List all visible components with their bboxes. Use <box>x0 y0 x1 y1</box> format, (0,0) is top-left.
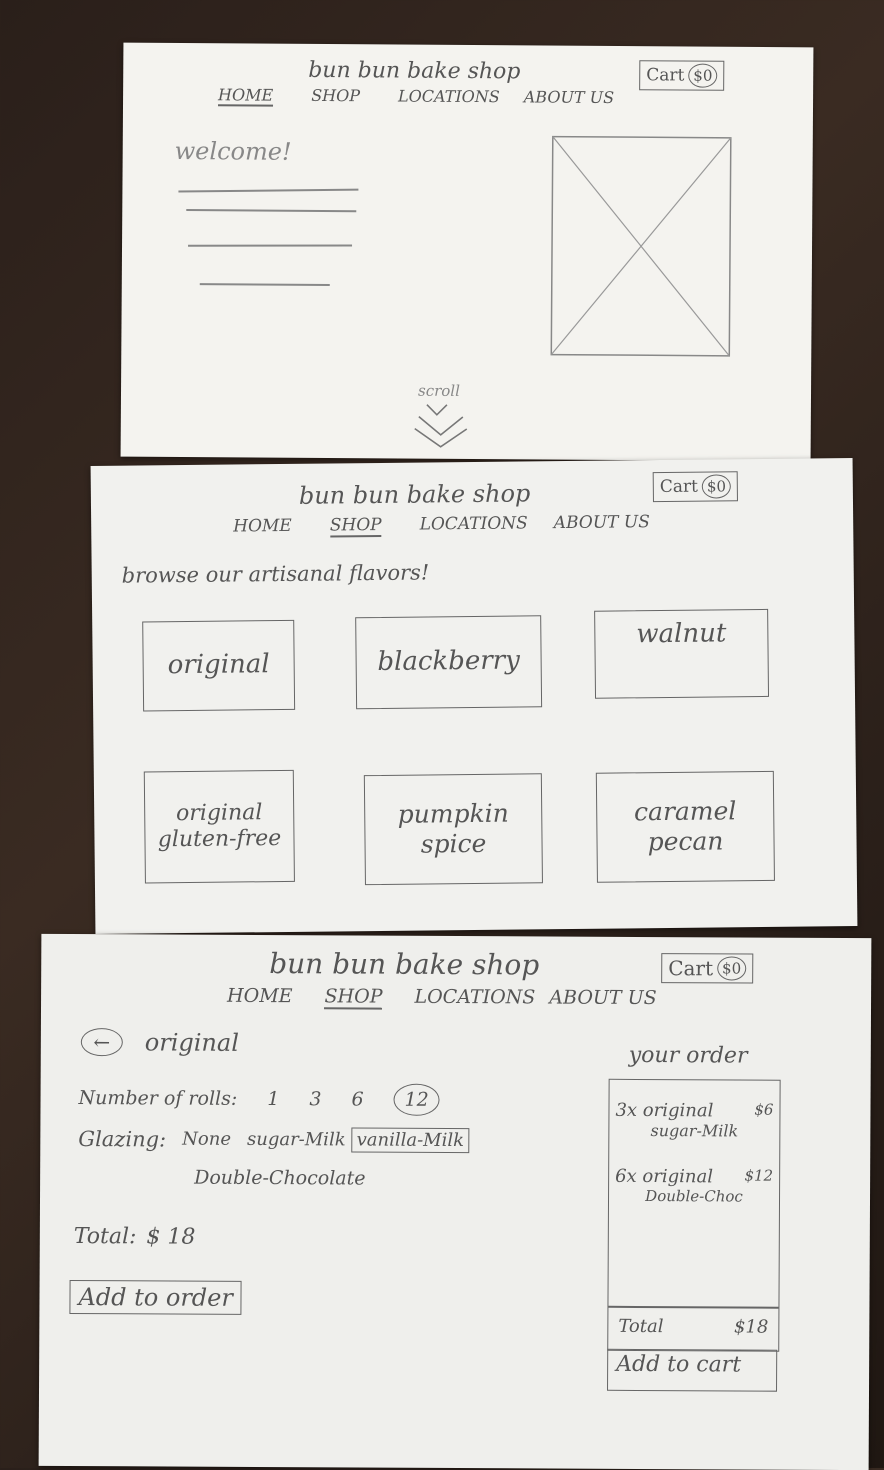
flavor-card-blackberry[interactable]: blackberry <box>355 615 543 710</box>
sketch-home-page: bun bun bake shop Cart $0 HOME SHOP LOCA… <box>120 42 814 462</box>
cart-label: Cart <box>646 65 685 86</box>
cart-label: Cart <box>659 476 699 498</box>
flavor-card-pumpkin-spice[interactable]: pumpkin spice <box>363 773 543 886</box>
image-placeholder <box>550 135 732 357</box>
nav-shop[interactable]: SHOP <box>311 86 360 107</box>
text-placeholder-lines <box>123 43 813 286</box>
nav-shop[interactable]: SHOP <box>324 985 383 1010</box>
rolls-option-6[interactable]: 6 <box>351 1088 363 1110</box>
flavor-card-original-gluten-free[interactable]: original gluten-free <box>143 769 295 884</box>
back-arrow-icon[interactable]: ← <box>80 1028 123 1057</box>
brand-title: bun bun bake shop <box>269 947 540 982</box>
cart-label: Cart <box>668 956 714 981</box>
order-item: 6x original $12 Double-Choc <box>615 1166 773 1206</box>
nav-home[interactable]: HOME <box>227 985 293 1009</box>
cart-amount: $0 <box>688 63 718 88</box>
order-item-price: $6 <box>754 1100 774 1119</box>
cart-amount: $0 <box>701 474 732 499</box>
order-divider <box>608 1305 779 1309</box>
cart-button[interactable]: Cart $0 <box>652 471 739 503</box>
nav-locations[interactable]: LOCATIONS <box>420 513 528 536</box>
cart-button[interactable]: Cart $0 <box>661 953 754 984</box>
order-item-glaze: sugar-Milk <box>650 1121 739 1141</box>
order-item: 3x original $6 sugar-Milk <box>615 1100 773 1141</box>
nav-home[interactable]: HOME <box>218 85 274 107</box>
nav-about[interactable]: ABOUT US <box>549 986 656 1011</box>
nav-about[interactable]: ABOUT US <box>554 512 650 535</box>
order-total-row: Total $18 <box>618 1316 768 1338</box>
order-item-price: $12 <box>744 1166 774 1185</box>
welcome-heading: welcome! <box>174 136 292 166</box>
total-value: $ 18 <box>146 1224 196 1250</box>
total-row: Total: $ 18 <box>74 1224 196 1250</box>
glazing-selector: Glazing: None sugar-Milk vanilla-Milk <box>78 1126 470 1154</box>
your-order-heading: your order <box>628 1042 748 1069</box>
sketch-shop-page: bun bun bake shop Cart $0 HOME SHOP LOCA… <box>90 458 858 934</box>
add-to-cart-button[interactable]: Add to cart <box>607 1348 778 1392</box>
brand-title: bun bun bake shop <box>298 479 531 510</box>
nav-shop[interactable]: SHOP <box>329 514 382 538</box>
rolls-option-12[interactable]: 12 <box>393 1083 440 1116</box>
rolls-selector: Number of rolls: 1 3 6 12 <box>78 1082 440 1116</box>
cart-amount: $0 <box>716 956 747 981</box>
flavor-card-caramel-pecan[interactable]: caramel pecan <box>595 770 775 883</box>
nav-about[interactable]: ABOUT US <box>524 87 615 109</box>
glazing-label: Glazing: <box>78 1126 167 1151</box>
scroll-down-chevron-icon[interactable] <box>413 401 473 449</box>
sketch-product-page: bun bun bake shop Cart $0 HOME SHOP LOCA… <box>38 933 872 1470</box>
order-total-value: $18 <box>733 1316 769 1338</box>
scroll-label: scroll <box>417 381 460 400</box>
flavor-card-original[interactable]: original <box>142 619 296 712</box>
rolls-option-3[interactable]: 3 <box>309 1088 321 1110</box>
rolls-option-1[interactable]: 1 <box>267 1088 279 1110</box>
glazing-option-double-chocolate[interactable]: Double-Chocolate <box>194 1167 366 1190</box>
nav-locations[interactable]: LOCATIONS <box>398 87 500 109</box>
order-item-line: 6x original <box>615 1165 714 1188</box>
glazing-option-sugar-milk[interactable]: sugar-Milk <box>247 1129 346 1151</box>
nav-locations[interactable]: LOCATIONS <box>414 986 535 1011</box>
rolls-label: Number of rolls: <box>78 1087 238 1110</box>
product-title: original <box>144 1028 239 1057</box>
order-summary-panel: 3x original $6 sugar-Milk 6x original $1… <box>607 1078 781 1352</box>
cart-button[interactable]: Cart $0 <box>639 60 725 91</box>
shop-heading: browse our artisanal flavors! <box>121 560 430 588</box>
total-label: Total: <box>73 1224 137 1250</box>
glazing-option-none[interactable]: None <box>182 1129 231 1150</box>
order-item-glaze: Double-Choc <box>645 1186 743 1206</box>
order-total-label: Total <box>618 1315 664 1338</box>
brand-title: bun bun bake shop <box>308 57 521 85</box>
add-to-order-button[interactable]: Add to order <box>69 1279 242 1315</box>
glazing-option-vanilla-milk[interactable]: vanilla-Milk <box>351 1127 470 1154</box>
flavor-card-walnut[interactable]: walnut <box>594 608 770 699</box>
nav-home[interactable]: HOME <box>233 516 292 539</box>
order-item-line: 3x original <box>615 1099 714 1122</box>
